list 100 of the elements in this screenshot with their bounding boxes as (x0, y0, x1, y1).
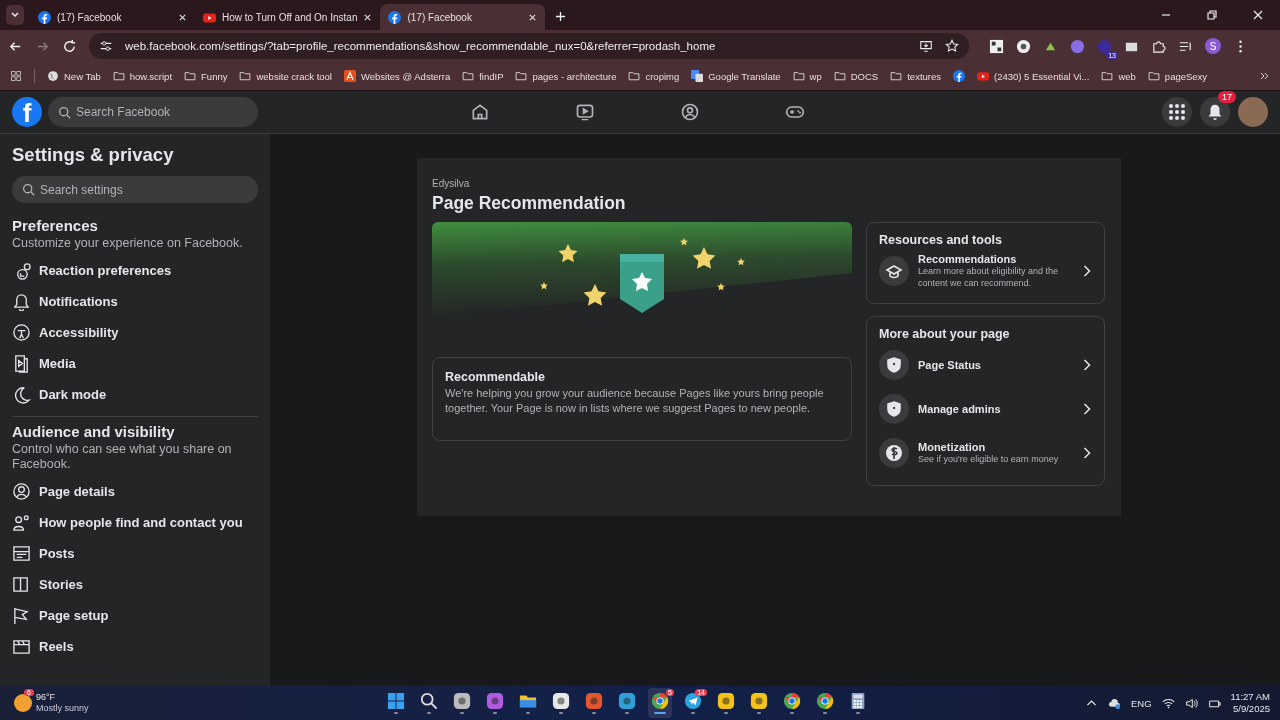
sidebar-item[interactable]: Reaction preferences (12, 255, 258, 286)
bookmark[interactable]: pages - architecture (515, 70, 617, 82)
new-tab-icon[interactable] (555, 11, 567, 22)
sidebar-item[interactable]: Posts (12, 538, 258, 569)
apps-icon[interactable] (10, 70, 22, 82)
address-bar[interactable]: web.facebook.com/settings/?tab=profile_recommendations&show_recommendable_nux=0&referrer=prodash_home (89, 33, 969, 59)
sidebar-item[interactable]: Media (12, 348, 258, 379)
app-icon (585, 692, 603, 710)
reload-icon[interactable] (62, 38, 77, 54)
folder-icon (515, 70, 528, 82)
extension-icon[interactable] (1016, 38, 1031, 54)
bookmark[interactable]: web (1101, 70, 1136, 82)
browser-tab[interactable]: (17) Facebook (30, 4, 195, 30)
sidebar-item[interactable]: Page setup (12, 600, 258, 631)
home-icon[interactable] (470, 102, 490, 122)
accessibility-icon (12, 323, 31, 342)
search-field[interactable]: Search Facebook (48, 97, 258, 127)
facebook-logo[interactable]: f (12, 97, 42, 127)
section-description: Control who can see what you share on Facebook. (12, 442, 233, 472)
people-icon (12, 513, 31, 532)
browser-tab[interactable]: How to Turn Off and On Instan (195, 4, 381, 30)
chevron-right-icon (1082, 446, 1092, 460)
sidebar-item[interactable]: Page details (12, 476, 258, 507)
link-description: See if you're eligible to earn money (918, 453, 1060, 465)
close-icon[interactable] (178, 12, 187, 22)
profile-avatar[interactable]: S (1205, 38, 1221, 54)
bookmark[interactable]: (2430) 5 Essential Vi... (977, 70, 1090, 82)
chrome-icon (651, 692, 669, 710)
shield-icon (879, 394, 909, 424)
wifi-icon[interactable] (1161, 696, 1175, 710)
link-label: Monetization (918, 441, 987, 453)
clock[interactable]: 11:27 AM 5/9/2025 (1230, 691, 1270, 715)
bookmark[interactable]: textures (890, 70, 941, 82)
install-icon[interactable] (919, 39, 933, 53)
search-field[interactable]: Search settings (12, 176, 258, 203)
film-icon (12, 637, 31, 656)
link-label: Recommendations (918, 253, 1018, 265)
link-label: Manage admins (918, 403, 1002, 415)
bell-icon (1206, 103, 1224, 121)
folder-icon (239, 70, 252, 82)
cloud-icon[interactable] (1107, 696, 1121, 710)
facebook-icon (953, 70, 965, 82)
bookmark[interactable]: New Tab (47, 70, 101, 82)
close-icon[interactable] (363, 12, 373, 22)
menu-button[interactable] (1162, 97, 1192, 127)
status-text: We're helping you grow your audience because Pages like yours bring people together. Your Page is now in lists where we suggest Pages to new people. (445, 386, 825, 416)
qr-icon[interactable] (989, 38, 1004, 54)
volume-icon[interactable] (1184, 696, 1198, 710)
site-settings-icon[interactable] (99, 39, 113, 53)
youtube-icon (203, 10, 216, 24)
restore-icon[interactable] (1206, 9, 1218, 21)
search-icon (22, 183, 35, 196)
video-icon[interactable] (575, 102, 595, 122)
bookmark[interactable]: pageSexy (1147, 70, 1208, 82)
bookmark[interactable]: DOCS (833, 70, 879, 82)
bookmark[interactable]: cropimg (628, 70, 680, 82)
bookmark[interactable]: wp (792, 70, 822, 82)
weather-condition: Mostly sunny (36, 703, 89, 714)
sidebar-item[interactable]: Reels (12, 631, 258, 662)
folder-icon (890, 70, 903, 82)
close-icon[interactable] (528, 12, 538, 22)
panel-link[interactable]: Recommendations Learn more about eligibility and the content we can recommend. (879, 251, 1092, 291)
sidebar-item[interactable]: Stories (12, 569, 258, 600)
avatar[interactable] (1238, 97, 1268, 127)
folder-icon (628, 70, 641, 82)
sidebar-item[interactable]: Accessibility (12, 317, 258, 348)
sidebar-item[interactable]: Notifications (12, 286, 258, 317)
panel-link[interactable]: Manage admins (879, 389, 1092, 429)
bookmark[interactable] (953, 70, 965, 82)
bookmark[interactable]: website crack tool (239, 70, 332, 82)
bell-icon (12, 292, 31, 311)
facebook-icon (38, 10, 51, 24)
chrome-icon (816, 692, 834, 710)
bookmark[interactable]: Websites @ Adsterra (343, 70, 451, 82)
language-indicator[interactable]: ENG (1130, 697, 1152, 709)
panel-link[interactable]: Page Status (879, 345, 1092, 385)
bookmark[interactable]: Funny (184, 70, 228, 82)
sidebar-item[interactable]: Dark mode (12, 379, 258, 410)
close-icon[interactable] (1252, 9, 1264, 21)
chevron-right-icon (1082, 402, 1092, 416)
page-title: Page Recommendation (432, 193, 627, 214)
user-circle-icon[interactable] (680, 102, 700, 122)
browser-tab[interactable]: (17) Facebook (380, 4, 546, 30)
panel-link[interactable]: Monetization See if you're eligible to earn money (879, 433, 1092, 473)
bookmark[interactable]: findIP (462, 70, 504, 82)
page-name: Edysilva (432, 178, 471, 189)
tab-search-button[interactable] (6, 5, 24, 25)
flag-icon (12, 606, 31, 625)
puzzle-icon[interactable] (1151, 38, 1166, 54)
link-description: Learn more about eligibility and the content we can recommend. (918, 265, 1060, 289)
sidebar-item[interactable]: How people find and contact you (12, 507, 258, 538)
folder-icon (112, 70, 125, 82)
windows-icon (387, 692, 405, 710)
bookmark[interactable]: how.script (112, 70, 173, 82)
bookmark[interactable]: Google Translate (691, 70, 781, 82)
star-icon[interactable] (945, 39, 959, 53)
notification-badge: 17 (1218, 91, 1236, 103)
grid-icon (1168, 103, 1186, 121)
chevron-double-icon[interactable] (1258, 70, 1270, 82)
time: 11:27 AM (1230, 691, 1270, 703)
